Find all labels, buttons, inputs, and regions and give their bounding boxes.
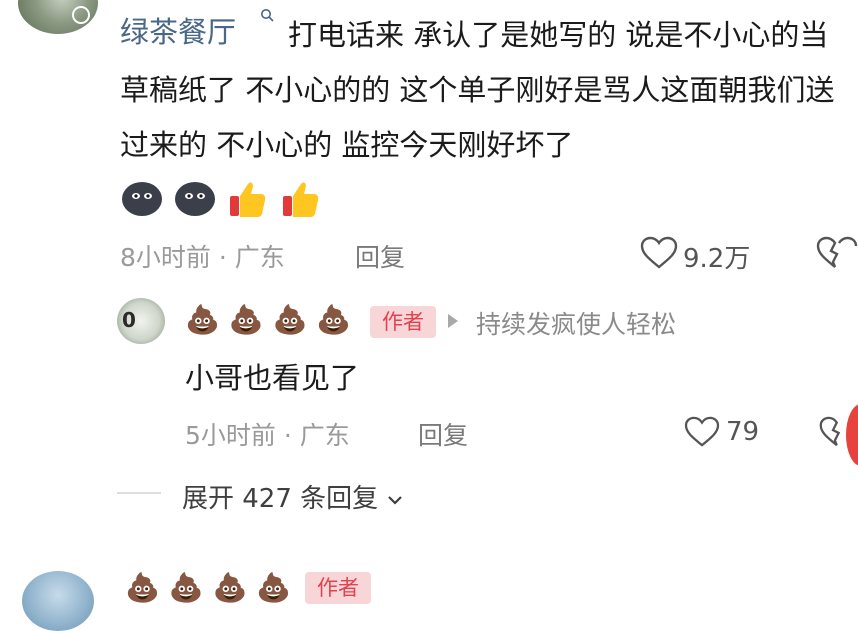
avatar-badge-icon (72, 6, 90, 24)
expand-replies-label: 展开 427 条回复 (182, 484, 379, 514)
reply-text: 小哥也看见了 (185, 361, 360, 395)
next-author-badge: 作者 (305, 572, 371, 604)
reply-time-location: 5小时前 · 广东 (185, 421, 350, 450)
commenter-username[interactable]: 绿茶餐厅 (120, 9, 239, 51)
reply-button[interactable]: 回复 (355, 238, 405, 274)
dark-face-sticker (175, 182, 216, 216)
dark-face-sticker (122, 182, 162, 216)
reply-to-username[interactable]: 持续发疯使人轻松 (476, 305, 676, 341)
comment-time-location: 8小时前 · 广东 (120, 243, 285, 272)
thumbs-up-sticker (283, 182, 319, 217)
reply-reply-button[interactable]: 回复 (418, 416, 468, 452)
search-icon (261, 9, 274, 22)
reply-like-heart-icon[interactable] (684, 416, 720, 448)
next-commenter-username[interactable]: 💩 💩 💩 💩 (125, 571, 291, 604)
like-heart-icon[interactable] (640, 236, 678, 270)
reply-avatar[interactable]: 0 (117, 298, 165, 344)
avatar-text: 0 (122, 308, 136, 332)
reply-username[interactable]: 💩 💩 💩 💩 (185, 303, 351, 336)
thumbs-up-sticker (230, 182, 266, 217)
expand-divider (117, 492, 161, 494)
reply-arrow-icon (448, 314, 458, 328)
reply-dislike-icon[interactable] (818, 416, 848, 448)
like-count: 9.2万 (683, 244, 751, 274)
chevron-down-icon (388, 495, 403, 505)
expand-replies-button[interactable]: 展开 427 条回复 (182, 478, 404, 515)
next-commenter-avatar[interactable] (22, 571, 94, 631)
floating-red-button[interactable] (846, 404, 858, 466)
sticker-row (120, 176, 327, 220)
dislike-broken-heart-icon[interactable] (816, 236, 858, 270)
reply-like-count: 79 (726, 417, 760, 447)
commenter-avatar[interactable] (18, 0, 98, 34)
author-badge: 作者 (370, 306, 436, 338)
